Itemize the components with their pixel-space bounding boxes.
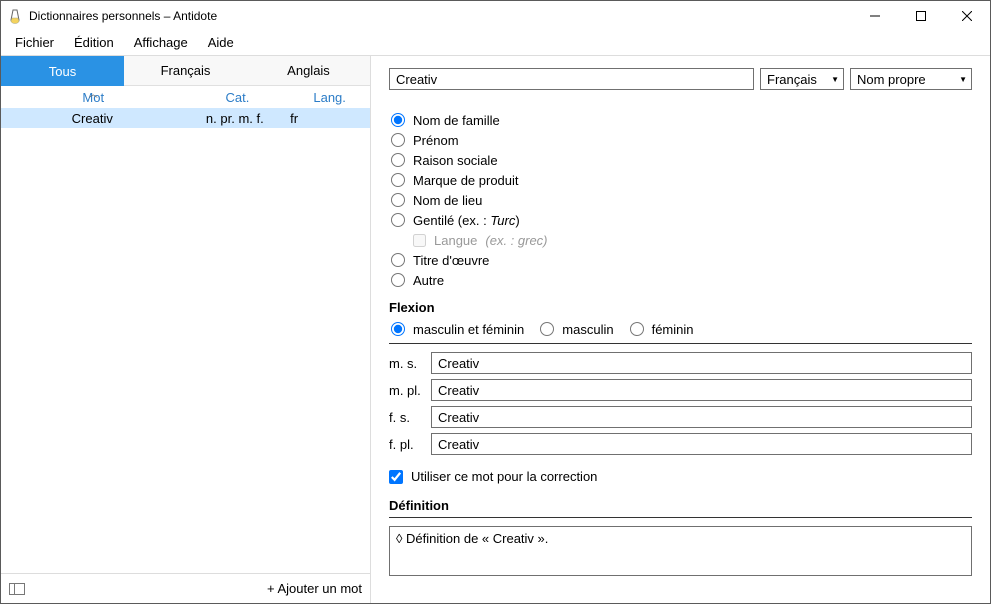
radio-fem[interactable]: féminin (628, 319, 694, 339)
radio-autre[interactable]: Autre (389, 270, 972, 290)
chevron-down-icon: ▼ (827, 75, 839, 84)
label-fs: f. s. (389, 410, 431, 425)
left-panel: Tous Français Anglais ︿ Mot Cat. Lang. C… (1, 56, 371, 603)
table-row[interactable]: Creativ n. pr. m. f. fr (1, 108, 370, 128)
cell-mot: Creativ (1, 111, 184, 126)
radio-masc[interactable]: masculin (538, 319, 613, 339)
menu-affichage[interactable]: Affichage (124, 32, 198, 53)
left-footer: + Ajouter un mot (1, 573, 370, 603)
chevron-down-icon: ▼ (955, 75, 967, 84)
langue-checkbox: Langue (ex. : grec) (413, 230, 972, 250)
flexion-title: Flexion (389, 300, 972, 315)
titlebar: Dictionnaires personnels – Antidote (1, 1, 990, 31)
menu-fichier[interactable]: Fichier (5, 32, 64, 53)
word-type-radios: Nom de famille Prénom Raison sociale Mar… (389, 110, 972, 290)
col-lang[interactable]: Lang. (289, 90, 370, 105)
col-mot[interactable]: ︿ Mot (1, 90, 186, 105)
label-mpl: m. pl. (389, 383, 431, 398)
tab-tous[interactable]: Tous (1, 56, 124, 86)
minimize-button[interactable] (852, 1, 898, 31)
radio-nom-lieu[interactable]: Nom de lieu (389, 190, 972, 210)
radio-prenom[interactable]: Prénom (389, 130, 972, 150)
language-tabs: Tous Français Anglais (1, 56, 370, 86)
add-word-button[interactable]: + Ajouter un mot (267, 581, 362, 596)
correction-checkbox[interactable]: Utiliser ce mot pour la correction (389, 469, 972, 484)
menu-aide[interactable]: Aide (198, 32, 244, 53)
right-panel: Français ▼ Nom propre ▼ Nom de famille P… (371, 56, 990, 603)
input-fs[interactable] (431, 406, 972, 428)
close-button[interactable] (944, 1, 990, 31)
app-icon (7, 8, 23, 24)
label-fpl: f. pl. (389, 437, 431, 452)
definition-title: Définition (389, 498, 972, 513)
flexion-radios: masculin et féminin masculin féminin (389, 319, 972, 339)
label-ms: m. s. (389, 356, 431, 371)
radio-gentile[interactable]: Gentilé (ex. : Turc) (389, 210, 972, 230)
word-table: ︿ Mot Cat. Lang. Creativ n. pr. m. f. fr (1, 86, 370, 573)
maximize-button[interactable] (898, 1, 944, 31)
input-ms[interactable] (431, 352, 972, 374)
col-cat[interactable]: Cat. (186, 90, 290, 105)
table-header: ︿ Mot Cat. Lang. (1, 86, 370, 108)
radio-raison-sociale[interactable]: Raison sociale (389, 150, 972, 170)
menubar: Fichier Édition Affichage Aide (1, 31, 990, 55)
input-mpl[interactable] (431, 379, 972, 401)
input-fpl[interactable] (431, 433, 972, 455)
type-combo[interactable]: Nom propre ▼ (850, 68, 972, 90)
window: Dictionnaires personnels – Antidote Fich… (0, 0, 991, 604)
tab-anglais[interactable]: Anglais (247, 56, 370, 86)
word-input[interactable] (389, 68, 754, 90)
cell-lang: fr (286, 111, 370, 126)
radio-marque[interactable]: Marque de produit (389, 170, 972, 190)
radio-masc-fem[interactable]: masculin et féminin (389, 319, 524, 339)
radio-titre[interactable]: Titre d'œuvre (389, 250, 972, 270)
tab-francais[interactable]: Français (124, 56, 247, 86)
language-combo[interactable]: Français ▼ (760, 68, 844, 90)
panel-toggle-icon[interactable] (9, 583, 25, 595)
definition-box[interactable]: ◊ Définition de « Creativ ». (389, 526, 972, 576)
menu-edition[interactable]: Édition (64, 32, 124, 53)
window-title: Dictionnaires personnels – Antidote (29, 9, 852, 23)
radio-nom-famille[interactable]: Nom de famille (389, 110, 972, 130)
cell-cat: n. pr. m. f. (184, 111, 287, 126)
sort-icon: ︿ (89, 87, 98, 100)
